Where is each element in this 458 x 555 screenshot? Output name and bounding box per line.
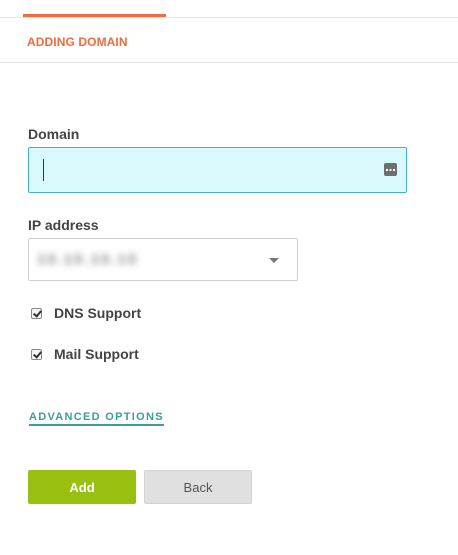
- ip-address-select[interactable]: 10.10.10.10: [28, 238, 298, 281]
- dns-support-checkbox[interactable]: [31, 307, 42, 319]
- domain-label: Domain: [28, 126, 80, 142]
- add-button[interactable]: Add: [28, 470, 136, 504]
- advanced-options-link[interactable]: ADVANCED OPTIONS: [29, 411, 164, 426]
- dns-support-option[interactable]: DNS Support: [31, 304, 141, 322]
- domain-input[interactable]: [29, 148, 369, 192]
- password-manager-icon[interactable]: [384, 163, 397, 176]
- mail-support-label: Mail Support: [54, 346, 139, 362]
- active-tab-indicator: [23, 14, 166, 17]
- dns-support-label: DNS Support: [54, 305, 142, 321]
- chevron-down-icon: [269, 258, 279, 263]
- mail-support-option[interactable]: Mail Support: [31, 345, 139, 363]
- page-title: ADDING DOMAIN: [27, 35, 128, 49]
- text-caret: [43, 159, 44, 181]
- domain-field[interactable]: [28, 147, 407, 193]
- ip-address-value: 10.10.10.10: [37, 251, 139, 268]
- title-divider: [0, 62, 458, 63]
- mail-support-checkbox[interactable]: [31, 348, 42, 360]
- back-button[interactable]: Back: [144, 470, 252, 504]
- ip-address-label: IP address: [28, 217, 99, 233]
- tab-bar: [0, 0, 458, 18]
